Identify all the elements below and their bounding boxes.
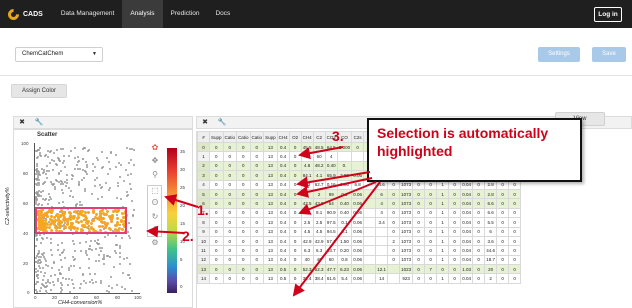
arrow-3d	[298, 181, 377, 215]
arrow-2	[146, 225, 185, 238]
arrow-1	[164, 194, 199, 208]
arrow-3c	[296, 177, 373, 198]
annotation-arrows	[146, 146, 381, 297]
arrow-3b	[296, 171, 371, 189]
arrow-3a	[298, 146, 344, 160]
